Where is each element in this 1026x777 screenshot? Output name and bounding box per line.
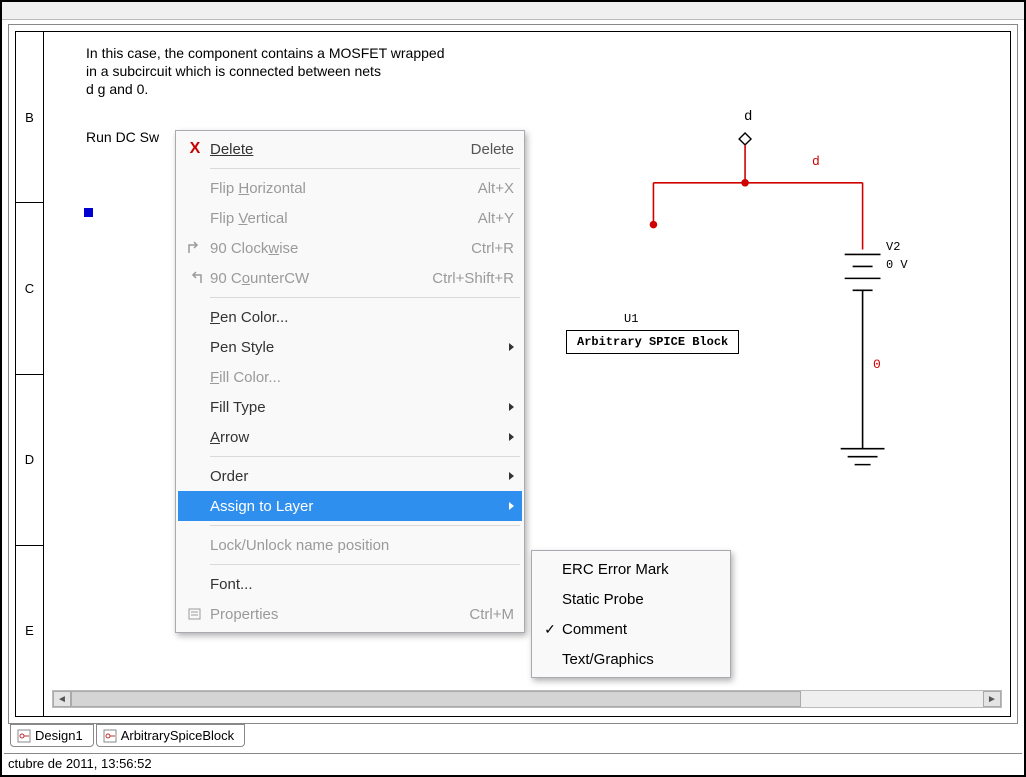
submenu-erc-label: ERC Error Mark bbox=[562, 561, 669, 578]
menu-assign-to-layer[interactable]: Assign to Layer bbox=[178, 491, 522, 521]
menu-rotate-cw-label: 90 Clockwise bbox=[208, 240, 451, 257]
menu-pen-style[interactable]: Pen Style bbox=[178, 332, 522, 362]
row-label-d: D bbox=[16, 375, 43, 546]
menu-fill-color[interactable]: Fill Color... bbox=[178, 362, 522, 392]
run-dc-line: Run DC Sw bbox=[86, 128, 159, 146]
menu-font[interactable]: Font... bbox=[178, 569, 522, 599]
menu-delete-label: Delete bbox=[210, 141, 253, 158]
menu-rotate-cw[interactable]: 90 Clockwise Ctrl+R bbox=[178, 233, 522, 263]
menu-lock-unlock[interactable]: Lock/Unlock name position bbox=[178, 530, 522, 560]
submenu-arrow-icon bbox=[509, 502, 514, 510]
status-bar: ctubre de 2011, 13:56:52 bbox=[4, 753, 1022, 773]
u1-ref: U1 bbox=[624, 312, 638, 326]
net-label-d: d bbox=[744, 109, 752, 125]
tab-design1[interactable]: Design1 bbox=[10, 724, 94, 747]
menu-properties-shortcut: Ctrl+M bbox=[449, 606, 514, 623]
submenu-erc-error-mark[interactable]: ERC Error Mark bbox=[534, 554, 728, 584]
selection-handle[interactable] bbox=[84, 208, 93, 217]
menu-order-label: Order bbox=[208, 468, 501, 485]
v2-value: 0 V bbox=[886, 258, 908, 272]
menu-separator bbox=[210, 297, 520, 298]
menu-flip-v-label: Flip Vertical bbox=[208, 210, 458, 227]
status-text: ctubre de 2011, 13:56:52 bbox=[8, 756, 152, 771]
menu-properties[interactable]: Properties Ctrl+M bbox=[178, 599, 522, 629]
submenu-arrow-icon bbox=[509, 433, 514, 441]
menu-assign-layer-label: Assign to Layer bbox=[208, 498, 501, 515]
rotate-cw-icon bbox=[182, 240, 208, 256]
submenu-arrow-icon bbox=[509, 472, 514, 480]
menu-flip-horizontal[interactable]: Flip Horizontal Alt+X bbox=[178, 173, 522, 203]
v2-ref: V2 bbox=[886, 240, 900, 254]
horizontal-scrollbar[interactable]: ◄ ► bbox=[52, 690, 1002, 708]
menu-flip-vertical[interactable]: Flip Vertical Alt+Y bbox=[178, 203, 522, 233]
submenu-comment-label: Comment bbox=[562, 621, 627, 638]
menu-separator bbox=[210, 525, 520, 526]
context-menu[interactable]: X Delete Delete Flip Horizontal Alt+X Fl… bbox=[175, 130, 525, 633]
menu-separator bbox=[210, 564, 520, 565]
menu-separator bbox=[210, 168, 520, 169]
menu-font-label: Font... bbox=[208, 576, 514, 593]
check-icon: ✓ bbox=[538, 621, 562, 638]
scroll-left-button[interactable]: ◄ bbox=[53, 691, 71, 707]
row-ruler: B C D E bbox=[16, 32, 44, 716]
submenu-arrow-icon bbox=[509, 403, 514, 411]
menu-rotate-ccw-label: 90 CounterCW bbox=[208, 270, 412, 287]
submenu-static-probe[interactable]: Static Probe bbox=[534, 584, 728, 614]
wire-label-d: d bbox=[812, 154, 820, 169]
wire-label-0: 0 bbox=[873, 357, 881, 372]
tab-arb-label: ArbitrarySpiceBlock bbox=[121, 728, 234, 743]
menu-flip-v-shortcut: Alt+Y bbox=[458, 210, 514, 227]
description-line-3: d g and 0. bbox=[86, 80, 148, 98]
tab-arbitrary-spice-block[interactable]: ArbitrarySpiceBlock bbox=[96, 724, 245, 747]
delete-x-icon: X bbox=[182, 140, 208, 158]
rotate-ccw-icon bbox=[182, 270, 208, 286]
menu-delete-shortcut: Delete bbox=[451, 141, 514, 158]
menu-arrow-label: Arrow bbox=[208, 429, 501, 446]
menu-arrow[interactable]: Arrow bbox=[178, 422, 522, 452]
description-line-1: In this case, the component contains a M… bbox=[86, 44, 444, 62]
toolbar-strip bbox=[2, 2, 1024, 20]
scroll-right-button[interactable]: ► bbox=[983, 691, 1001, 707]
menu-flip-h-shortcut: Alt+X bbox=[458, 180, 514, 197]
menu-delete[interactable]: X Delete Delete bbox=[178, 134, 522, 164]
submenu-arrow-icon bbox=[509, 343, 514, 351]
schematic-doc-icon bbox=[17, 729, 31, 743]
menu-pen-style-label: Pen Style bbox=[208, 339, 501, 356]
properties-icon bbox=[182, 606, 208, 622]
menu-flip-h-label: Flip Horizontal bbox=[208, 180, 458, 197]
menu-rotate-ccw-shortcut: Ctrl+Shift+R bbox=[412, 270, 514, 287]
menu-pen-color[interactable]: Pen Color... bbox=[178, 302, 522, 332]
document-tabs: Design1 ArbitrarySpiceBlock bbox=[10, 724, 247, 747]
submenu-text-graphics-label: Text/Graphics bbox=[562, 651, 654, 668]
menu-rotate-cw-shortcut: Ctrl+R bbox=[451, 240, 514, 257]
assign-layer-submenu[interactable]: ERC Error Mark Static Probe ✓ Comment Te… bbox=[531, 550, 731, 678]
row-label-e: E bbox=[16, 546, 43, 716]
menu-rotate-ccw[interactable]: 90 CounterCW Ctrl+Shift+R bbox=[178, 263, 522, 293]
arbitrary-spice-block[interactable]: Arbitrary SPICE Block bbox=[566, 330, 739, 354]
scroll-track[interactable] bbox=[71, 691, 983, 707]
description-line-2: in a subcircuit which is connected betwe… bbox=[86, 62, 381, 80]
scroll-thumb[interactable] bbox=[71, 691, 801, 707]
menu-order[interactable]: Order bbox=[178, 461, 522, 491]
row-label-b: B bbox=[16, 32, 43, 203]
schematic-doc-icon bbox=[103, 729, 117, 743]
submenu-text-graphics[interactable]: Text/Graphics bbox=[534, 644, 728, 674]
menu-pen-color-label: Pen Color... bbox=[208, 309, 514, 326]
submenu-comment[interactable]: ✓ Comment bbox=[534, 614, 728, 644]
menu-fill-type[interactable]: Fill Type bbox=[178, 392, 522, 422]
row-label-c: C bbox=[16, 203, 43, 374]
menu-fill-type-label: Fill Type bbox=[208, 399, 501, 416]
menu-properties-label: Properties bbox=[208, 606, 449, 623]
tab-design1-label: Design1 bbox=[35, 728, 83, 743]
menu-separator bbox=[210, 456, 520, 457]
menu-fill-color-label: Fill Color... bbox=[208, 369, 514, 386]
menu-lock-unlock-label: Lock/Unlock name position bbox=[208, 537, 514, 554]
submenu-static-probe-label: Static Probe bbox=[562, 591, 644, 608]
